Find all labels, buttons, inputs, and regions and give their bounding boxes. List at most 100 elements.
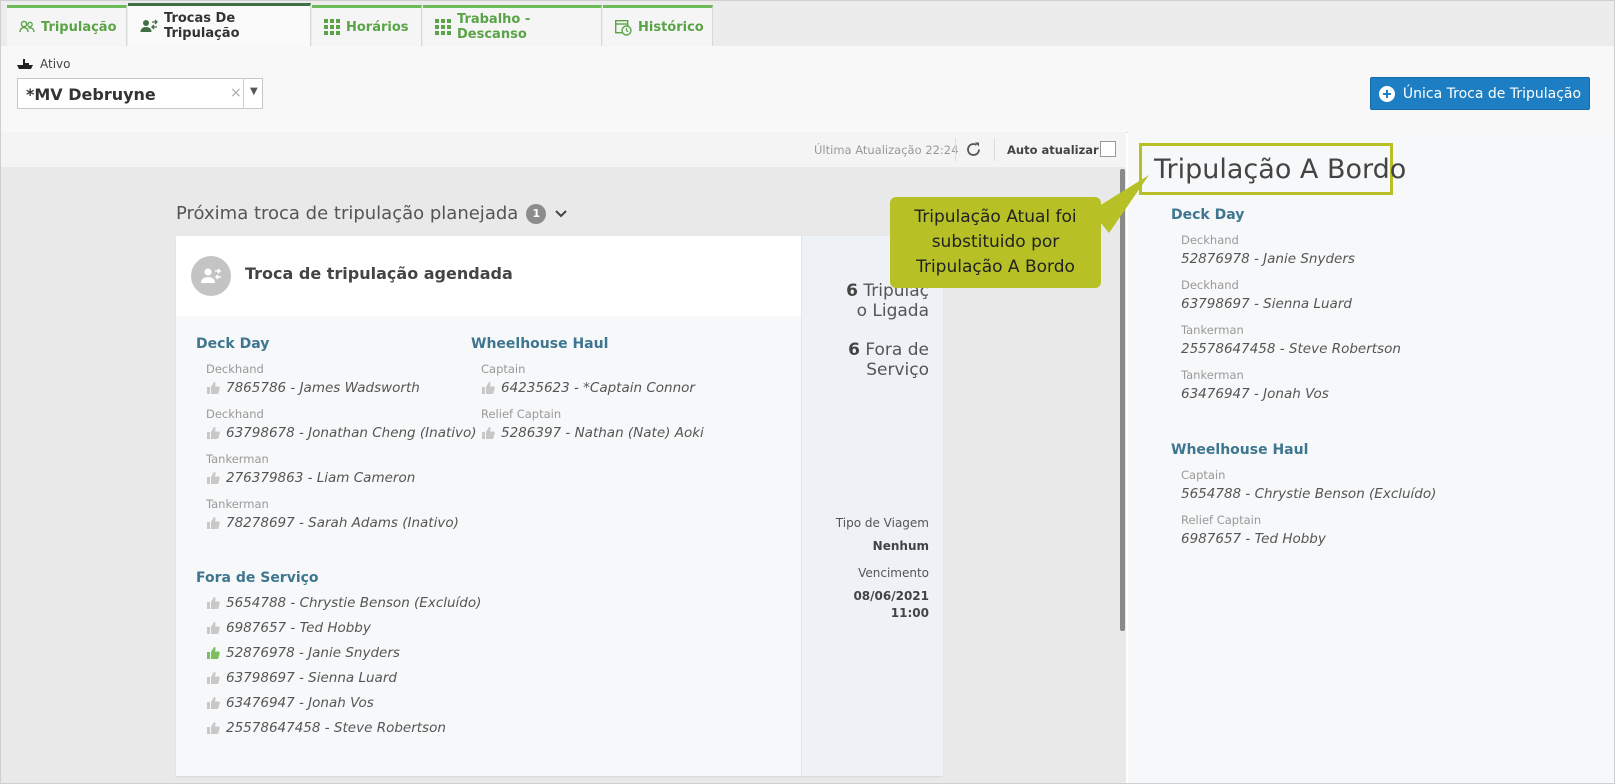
last-update-text: Última Atualização 22:24 [814,143,959,157]
tab-historico[interactable]: Histórico [603,5,713,46]
off-service-member: 52876978 - Janie Snyders [206,645,400,661]
role-label: Captain [481,362,526,376]
crew-member: 64235623 - *Captain Connor [481,380,695,396]
vessel-select-value: *MV Debruyne [26,85,156,104]
ship-icon [17,59,33,69]
crew-member: 63798697 - Sienna Luard [1181,296,1352,312]
tab-label: Histórico [638,19,704,35]
chevron-down-icon[interactable]: ▼ [250,86,258,97]
thumbs-up-icon [207,382,220,394]
thumbs-up-icon[interactable] [206,621,220,635]
group-title-wheelhouse-haul: Wheelhouse Haul [1171,442,1309,458]
thumbs-up-icon [482,382,495,394]
off-service-member: 63798697 - Sienna Luard [206,670,397,686]
tab-label: Horários [346,19,409,35]
crew-member: 5286397 - Nathan (Nate) Aoki [481,425,704,441]
tab-bar: Tripulação Trocas De Tripulação Horários… [1,1,1614,46]
role-label: Relief Captain [481,407,562,421]
thumbs-up-icon [207,472,220,484]
group-title-deck-day: Deck Day [196,336,270,352]
due-label: Vencimento [858,566,929,580]
crew-change-avatar-icon [191,256,231,296]
crew-member: 7865786 - James Wadsworth [206,380,420,396]
group-title-off-service: Fora de Serviço [196,570,319,586]
role-label: Captain [1181,468,1226,482]
tab-label: Trabalho - Descanso [457,12,531,42]
tab-label: Trocas De Tripulação [164,11,240,41]
tab-label: Tripulação [41,19,117,35]
crew-member: 63798678 - Jonathan Cheng (Inativo) [206,425,477,441]
role-label: Deckhand [1181,278,1239,292]
clear-icon[interactable]: × [230,85,242,101]
due-value: 08/06/2021 11:00 [853,589,929,620]
trip-type-label: Tipo de Viagem [835,516,929,530]
card-header: Troca de tripulação agendada [176,236,801,316]
crew-member: 276379863 - Liam Cameron [206,470,415,486]
grid-icon [435,19,451,35]
refresh-bar: Última Atualização 22:24 Auto atualizar [1,132,1126,168]
ativo-label: Ativo [17,57,70,71]
role-label: Relief Captain [1181,513,1262,527]
role-label: Tankerman [206,452,269,466]
unique-button-label: Única Troca de Tripulação [1402,85,1582,102]
tab-trocas-de-tripulacao[interactable]: Trocas De Tripulação [128,3,311,46]
role-label: Tankerman [206,497,269,511]
off-service-member: 63476947 - Jonah Vos [206,695,374,711]
crew-member: 6987657 - Ted Hobby [1181,531,1326,547]
crew-change-icon [140,19,158,32]
planned-change-header[interactable]: Próxima troca de tripulação planejada 1 [176,203,568,224]
select-divider [243,79,244,108]
crew-member: 78278697 - Sarah Adams (Inativo) [206,515,459,531]
grid-icon [324,19,340,35]
group-title-deck-day: Deck Day [1171,207,1245,223]
refresh-icon[interactable] [965,141,982,158]
plus-circle-icon [1378,85,1395,102]
role-label: Tankerman [1181,323,1244,337]
auto-update-checkbox[interactable] [1100,141,1116,157]
chevron-down-icon[interactable] [554,209,568,219]
crew-member: 52876978 - Janie Snyders [1181,251,1355,267]
off-service-stat: 6 Fora de Serviço [848,340,929,380]
role-label: Deckhand [206,407,264,421]
divider [994,138,995,161]
onboard-crew-panel: Deck Day Deckhand 52876978 - Janie Snyde… [1128,132,1614,783]
crew-icon [19,20,35,33]
thumbs-up-icon[interactable] [206,721,220,735]
role-label: Deckhand [206,362,264,376]
tab-tripulacao[interactable]: Tripulação [7,5,127,46]
group-title-wheelhouse-haul: Wheelhouse Haul [471,336,609,352]
off-service-member: 5654788 - Chrystie Benson (Excluído) [206,595,481,611]
off-service-member: 25578647458 - Steve Robertson [206,720,446,736]
off-service-member: 6987657 - Ted Hobby [206,620,371,636]
role-label: Deckhand [1181,233,1239,247]
crew-member: 25578647458 - Steve Robertson [1181,341,1401,357]
trip-type-value: Nenhum [872,539,929,553]
thumbs-up-icon [207,427,220,439]
divider [955,138,956,161]
onboard-title-highlight: Tripulação A Bordo [1139,143,1406,195]
vessel-select[interactable]: *MV Debruyne × ▼ [17,78,263,109]
thumbs-up-icon[interactable] [206,671,220,685]
annotation-callout: Tripulação Atual foi substituido por Tri… [890,197,1101,288]
count-badge: 1 [526,203,547,224]
calendar-clock-icon [615,19,632,36]
card-title: Troca de tripulação agendada [245,264,513,283]
tab-horarios[interactable]: Horários [312,5,422,46]
auto-update-label: Auto atualizar [1007,143,1099,157]
onboard-title: Tripulação A Bordo [1154,153,1407,185]
crew-member: 5654788 - Chrystie Benson (Excluído) [1181,486,1437,502]
thumbs-up-icon [482,427,495,439]
scheduled-change-card: Troca de tripulação agendada Deck Day De… [176,236,943,776]
app-window: Tripulação Trocas De Tripulação Horários… [0,0,1615,784]
thumbs-up-icon[interactable] [206,696,220,710]
tab-trabalho-descanso[interactable]: Trabalho - Descanso [423,5,602,46]
role-label: Tankerman [1181,368,1244,382]
thumbs-up-icon [207,517,220,529]
planned-change-title: Próxima troca de tripulação planejada [176,203,519,224]
card-summary-panel: 6 Tripulaç o Ligada 6 Fora de Serviço Ti… [801,236,943,776]
header: Ativo *MV Debruyne × ▼ Única Troca de Tr… [1,46,1614,133]
thumbs-up-icon[interactable] [206,596,220,610]
unique-crew-change-button[interactable]: Única Troca de Tripulação [1370,77,1590,110]
crew-member: 63476947 - Jonah Vos [1181,386,1329,402]
thumbs-up-active-icon[interactable] [206,646,220,660]
